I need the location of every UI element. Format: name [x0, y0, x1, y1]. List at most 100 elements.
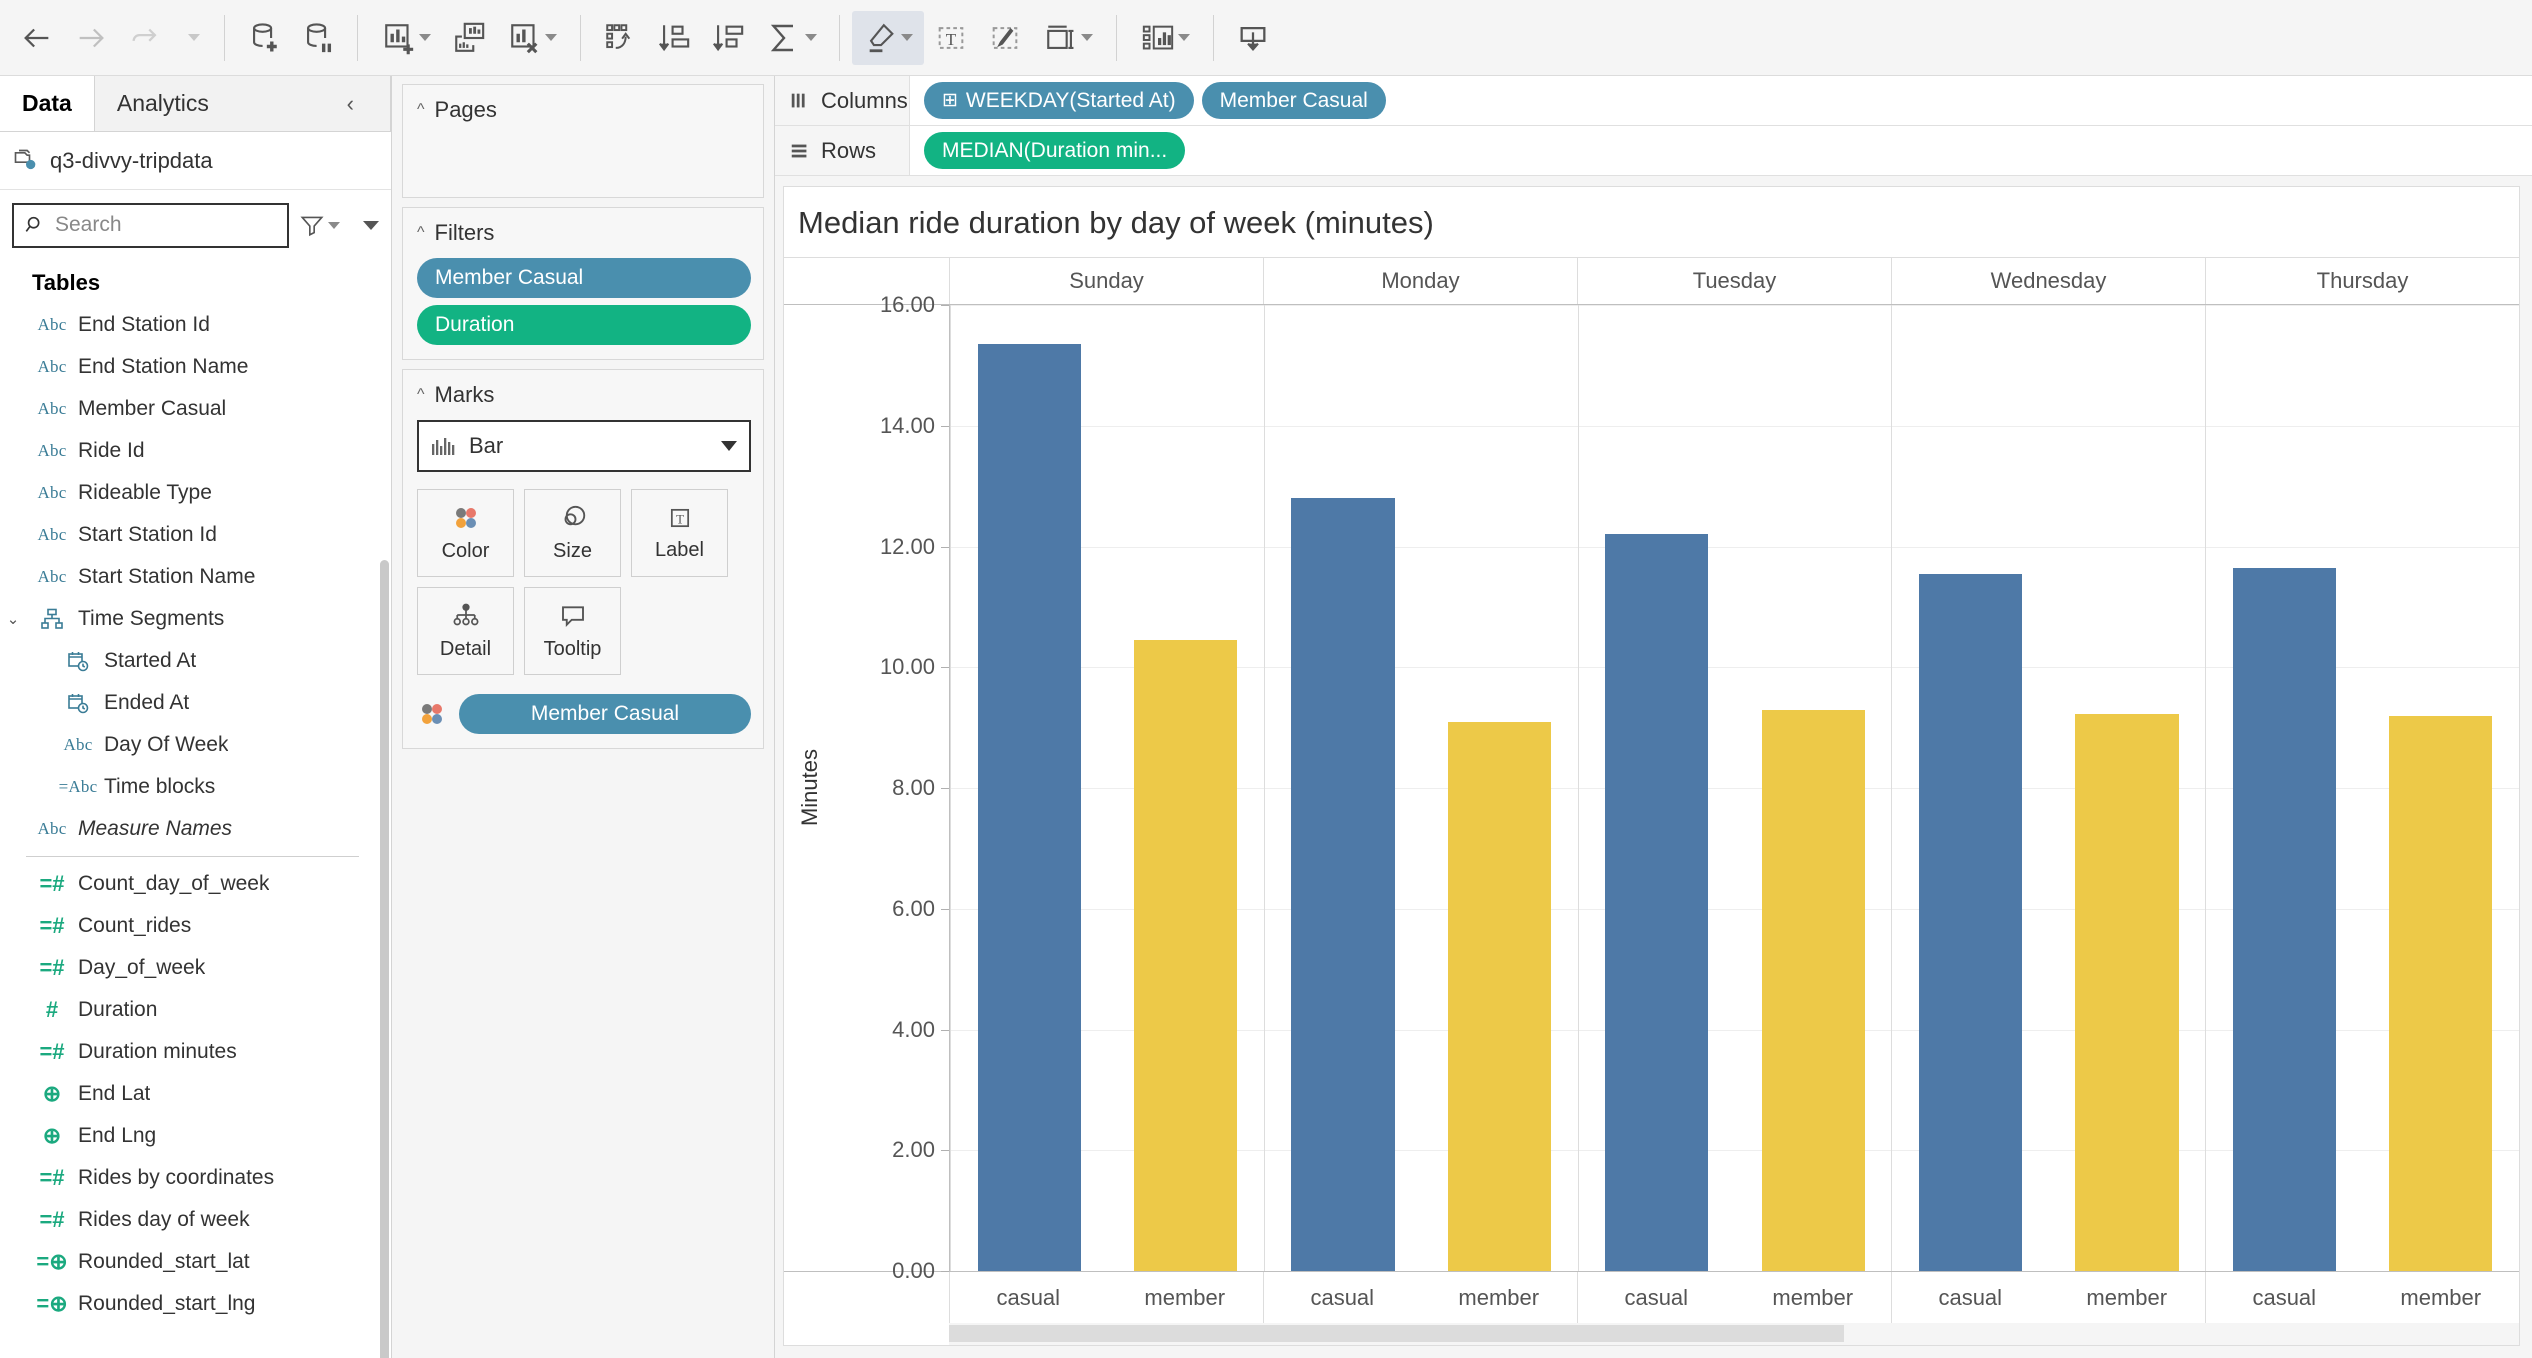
marks-size-button[interactable]: Size [524, 489, 621, 577]
measure-field-row[interactable]: ⊕ End Lat [0, 1073, 391, 1115]
marks-color-pill[interactable]: Member Casual [459, 694, 751, 734]
measure-field-row[interactable]: =# Count_rides [0, 905, 391, 947]
bar-mark[interactable] [1447, 721, 1552, 1271]
x-axis-tick-label[interactable]: member [1107, 1272, 1264, 1323]
rows-pill[interactable]: MEDIAN(Duration min... [924, 132, 1186, 169]
bar-mark[interactable] [1134, 640, 1238, 1271]
day-column-header[interactable]: Monday [1263, 258, 1577, 304]
horizontal-scrollbar-thumb[interactable] [949, 1325, 1844, 1342]
save-dropdown-button[interactable] [172, 11, 212, 65]
sort-ascending-button[interactable] [647, 11, 701, 65]
dimension-field-row[interactable]: Abc End Station Id [0, 304, 391, 346]
filters-card-header[interactable]: ^ Filters [403, 208, 763, 254]
measure-field-row[interactable]: # Duration [0, 989, 391, 1031]
dimension-field-row[interactable]: Abc Rideable Type [0, 472, 391, 514]
x-axis-tick-label[interactable]: member [1421, 1272, 1578, 1323]
pages-card-header[interactable]: ^ Pages [403, 85, 763, 131]
x-axis-tick-label[interactable]: casual [1264, 1272, 1421, 1323]
clear-sheet-button[interactable] [496, 11, 568, 65]
x-axis-tick-label[interactable]: casual [2206, 1272, 2363, 1323]
totals-button[interactable] [755, 11, 827, 65]
bar-mark[interactable] [2389, 715, 2493, 1271]
pause-auto-updates-button[interactable] [291, 11, 345, 65]
tab-data[interactable]: Data [0, 76, 94, 131]
dimension-field-row[interactable]: Abc Measure Names [0, 808, 391, 850]
day-column-header[interactable]: Tuesday [1577, 258, 1891, 304]
data-pane-scrollbar[interactable] [380, 560, 389, 1358]
dimension-field-row[interactable]: Abc Ride Id [0, 430, 391, 472]
dimension-field-row[interactable]: ⌄ Time Segments [0, 598, 391, 640]
columns-shelf-drop[interactable]: ⊞ WEEKDAY(Started At) Member Casual [910, 76, 2532, 125]
measure-field-row[interactable]: =# Rides day of week [0, 1199, 391, 1241]
undo-redo-button[interactable] [118, 11, 172, 65]
bar-mark[interactable] [1761, 709, 1865, 1271]
expand-hierarchy-icon[interactable]: ⊞ [942, 89, 958, 112]
measure-field-row[interactable]: =⊕ Rounded_start_lng [0, 1283, 391, 1325]
tab-analytics[interactable]: Analytics ‹ [93, 76, 391, 131]
data-source-row[interactable]: q3-divvy-tripdata [0, 132, 391, 190]
rows-shelf-drop[interactable]: MEDIAN(Duration min... [910, 126, 2532, 175]
duplicate-sheet-button[interactable] [442, 11, 496, 65]
marks-tooltip-button[interactable]: Tooltip [524, 587, 621, 675]
filter-fields-button[interactable] [299, 212, 340, 238]
marks-detail-button[interactable]: Detail [417, 587, 514, 675]
forward-button[interactable] [64, 11, 118, 65]
bar-mark[interactable] [1605, 534, 1709, 1271]
show-hide-cards-button[interactable] [1129, 11, 1201, 65]
dimension-field-row[interactable]: Abc End Station Name [0, 346, 391, 388]
x-axis-tick-label[interactable]: casual [950, 1272, 1107, 1323]
measure-field-row[interactable]: =# Duration minutes [0, 1031, 391, 1073]
format-button[interactable] [978, 11, 1032, 65]
bar-mark[interactable] [1291, 498, 1395, 1271]
dimension-field-row[interactable]: Abc Day Of Week [0, 724, 391, 766]
marks-label-button[interactable]: T Label [631, 489, 728, 577]
dimension-field-row[interactable]: Ended At [0, 682, 391, 724]
measure-field-row[interactable]: ⊕ End Lng [0, 1115, 391, 1157]
dimension-field-row[interactable]: Started At [0, 640, 391, 682]
show-mark-labels-button[interactable]: T [924, 11, 978, 65]
filter-pill[interactable]: Member Casual [417, 258, 751, 298]
search-input[interactable]: Search [12, 202, 289, 248]
measure-field-row[interactable]: =⊕ Rounded_start_lat [0, 1241, 391, 1283]
folder-expand-chevron-icon[interactable]: ⌄ [0, 610, 26, 628]
rows-shelf[interactable]: Rows MEDIAN(Duration min... [775, 126, 2532, 176]
sort-descending-button[interactable] [701, 11, 755, 65]
marks-color-button[interactable]: Color [417, 489, 514, 577]
bar-mark[interactable] [2232, 567, 2336, 1271]
columns-pill[interactable]: Member Casual [1201, 82, 1386, 119]
mark-type-selector[interactable]: Bar [417, 420, 751, 472]
swap-rows-columns-button[interactable] [593, 11, 647, 65]
field-options-button[interactable] [360, 220, 379, 230]
columns-shelf[interactable]: Columns ⊞ WEEKDAY(Started At) Member Casua… [775, 76, 2532, 126]
day-column-header[interactable]: Wednesday [1891, 258, 2205, 304]
horizontal-scrollbar-track[interactable] [949, 1323, 2519, 1345]
pages-card-body[interactable] [403, 131, 763, 197]
bar-mark[interactable] [977, 344, 1081, 1271]
day-column-header[interactable]: Sunday [949, 258, 1263, 304]
bar-mark[interactable] [1918, 573, 2023, 1271]
collapse-pane-button[interactable]: ‹ [333, 91, 368, 117]
x-axis-tick-label[interactable]: member [2363, 1272, 2520, 1323]
x-axis-tick-label[interactable]: member [2049, 1272, 2206, 1323]
present-mode-button[interactable] [1226, 11, 1280, 65]
bar-mark[interactable] [2075, 714, 2179, 1271]
measure-field-row[interactable]: =# Rides by coordinates [0, 1157, 391, 1199]
fit-button[interactable] [1032, 11, 1104, 65]
dimension-field-row[interactable]: Abc Start Station Id [0, 514, 391, 556]
highlighter-button[interactable] [852, 10, 924, 65]
new-worksheet-button[interactable] [370, 11, 442, 65]
measure-field-row[interactable]: =# Day_of_week [0, 947, 391, 989]
x-axis-tick-label[interactable]: casual [1578, 1272, 1735, 1323]
dimension-field-row[interactable]: =Abc Time blocks [0, 766, 391, 808]
measure-field-row[interactable]: =# Count_day_of_week [0, 863, 391, 905]
marks-card-header[interactable]: ^ Marks [403, 370, 763, 416]
day-column-header[interactable]: Thursday [2205, 258, 2519, 304]
new-data-source-button[interactable] [237, 11, 291, 65]
filter-pill[interactable]: Duration [417, 305, 751, 345]
x-axis-tick-label[interactable]: casual [1892, 1272, 2049, 1323]
columns-pill[interactable]: ⊞ WEEKDAY(Started At) [924, 82, 1194, 119]
dimension-field-row[interactable]: Abc Member Casual [0, 388, 391, 430]
back-button[interactable] [10, 11, 64, 65]
dimension-field-row[interactable]: Abc Start Station Name [0, 556, 391, 598]
x-axis-tick-label[interactable]: member [1735, 1272, 1892, 1323]
